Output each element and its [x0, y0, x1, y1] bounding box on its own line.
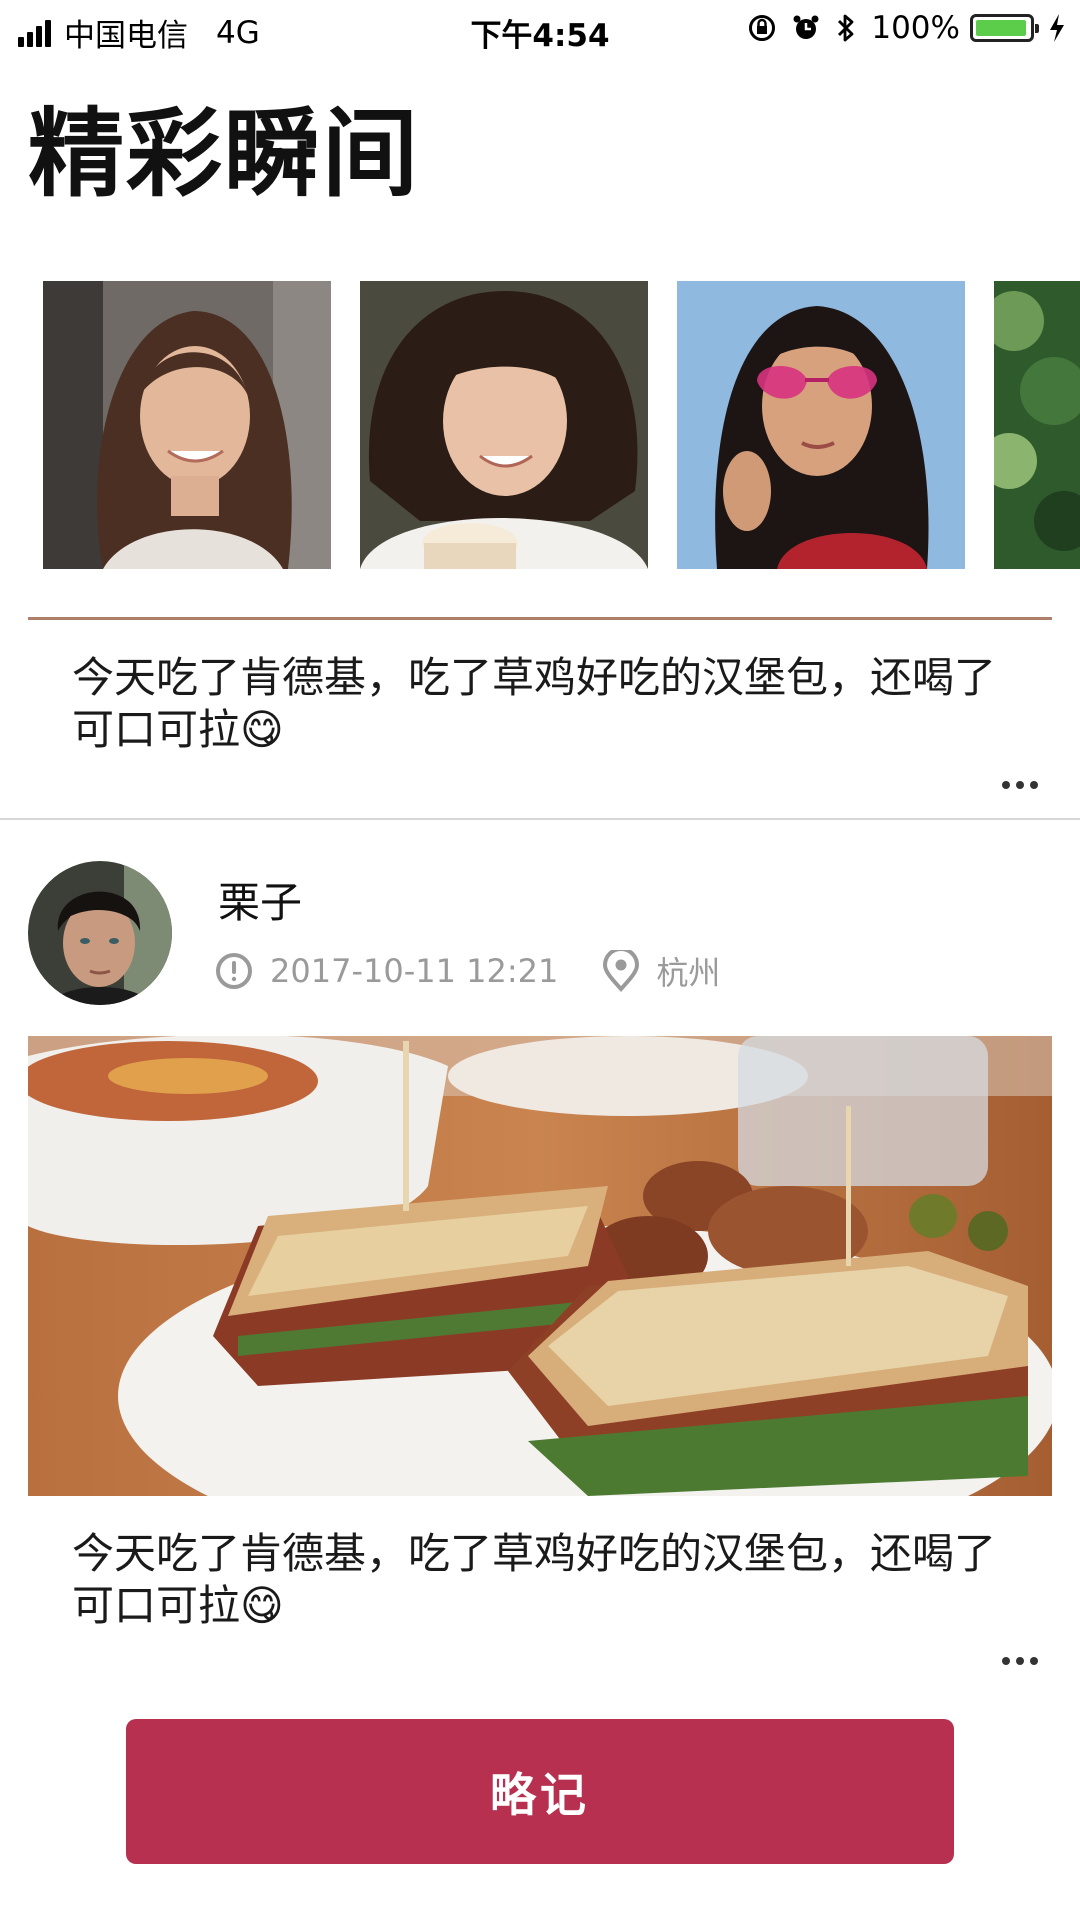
moment-thumbnail[interactable] — [360, 281, 648, 569]
location-pin-icon — [602, 950, 640, 992]
bluetooth-icon — [838, 14, 854, 42]
post-divider — [0, 818, 1080, 820]
page-title: 精彩瞬间 — [28, 98, 420, 210]
moment-thumbnail[interactable] — [677, 281, 965, 569]
moment-photo — [677, 281, 965, 569]
photo-edge — [28, 617, 1052, 620]
alarm-icon — [793, 15, 819, 39]
post-meta: 2017-10-11 12:21 杭州 — [214, 948, 720, 994]
status-bar: 中国电信 4G 下午4:54 100% — [0, 0, 1080, 60]
more-horizontal-icon[interactable] — [996, 1657, 1038, 1665]
battery-icon — [970, 14, 1039, 42]
post-location: 杭州 — [656, 954, 721, 992]
moment-thumbnail[interactable] — [981, 281, 1080, 569]
orientation-lock-icon — [749, 15, 776, 41]
author-name[interactable]: 栗子 — [218, 877, 302, 929]
avatar-photo — [28, 861, 172, 1005]
moments-carousel[interactable] — [0, 281, 1080, 569]
more-horizontal-icon[interactable] — [996, 781, 1038, 789]
post-text: 今天吃了肯德基，吃了草鸡好吃的汉堡包，还喝了可口可拉😋 — [72, 653, 997, 754]
post-text: 今天吃了肯德基，吃了草鸡好吃的汉堡包，还喝了可口可拉😋 — [72, 1529, 997, 1630]
status-right: 100% — [733, 10, 1066, 46]
moment-photo — [43, 281, 331, 569]
moment-photo — [981, 281, 1080, 569]
avatar[interactable] — [28, 861, 172, 1005]
moment-thumbnail[interactable] — [43, 281, 331, 569]
sandwich-photo — [28, 1036, 1052, 1496]
moment-photo — [360, 281, 648, 569]
charging-bolt-icon — [1050, 14, 1064, 42]
battery-percent: 100% — [871, 10, 960, 46]
post-location-group: 杭州 — [602, 948, 720, 994]
clock-icon — [214, 951, 254, 991]
battery-level — [976, 20, 1026, 36]
post-timestamp: 2017-10-11 12:21 — [270, 952, 559, 990]
post-photo[interactable] — [28, 1036, 1052, 1496]
record-button[interactable]: 略记 — [126, 1719, 954, 1864]
